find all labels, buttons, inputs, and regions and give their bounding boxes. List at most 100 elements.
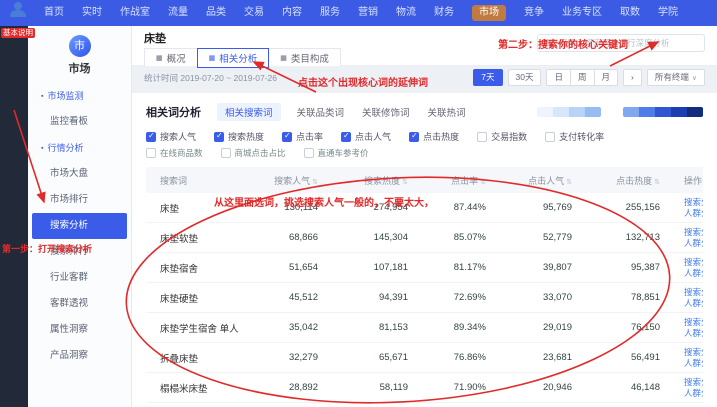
- nav-item-4[interactable]: 流量: [168, 8, 188, 18]
- action-link-2[interactable]: 人群分析: [684, 268, 699, 279]
- nav-item-7[interactable]: 内容: [282, 8, 302, 18]
- next-page-button[interactable]: ›: [623, 69, 642, 86]
- sidebar-item-7[interactable]: 搜索排行: [28, 239, 131, 265]
- toolbar-controls: 7天30天日周月›所有终端∨: [473, 69, 705, 87]
- metric-2[interactable]: 搜索热度: [214, 130, 264, 143]
- sidebar-item-5[interactable]: 市场排行: [28, 187, 131, 213]
- column-header-6[interactable]: 点击热度⇅: [590, 167, 678, 193]
- subtab-1[interactable]: 相关搜索词: [217, 103, 281, 121]
- checkbox-icon[interactable]: [282, 132, 292, 142]
- metrics-row-2: 在线商品数 商城点击占比 直通车参考价: [146, 147, 703, 159]
- sidebar-item-11[interactable]: 产品洞察: [28, 343, 131, 369]
- sidebar-item-8[interactable]: 行业客群: [28, 265, 131, 291]
- metric-5[interactable]: 点击热度: [409, 130, 459, 143]
- search-word-cell: 床垫硬垫: [146, 283, 248, 313]
- value-cell: 45,512: [248, 283, 336, 313]
- section-row: 相关词分析 相关搜索词关联品类词关联修饰词关联热词: [146, 101, 703, 123]
- sort-icon[interactable]: ⇅: [312, 179, 318, 186]
- sidebar-item-2[interactable]: 监控看板: [28, 109, 131, 135]
- action-link-2[interactable]: 人群分析: [684, 358, 699, 369]
- checkbox-icon[interactable]: [214, 132, 224, 142]
- sidebar-item-4[interactable]: 市场大盘: [28, 161, 131, 187]
- sidebar-item-1[interactable]: ▪市场监测: [28, 83, 131, 109]
- nav-item-11[interactable]: 财务: [434, 8, 454, 18]
- nav-item-2[interactable]: 实时: [82, 8, 102, 18]
- nav-item-10[interactable]: 物流: [396, 8, 416, 18]
- table-row-1: 床垫130,114274,95487.44%95,769255,156搜索分析人…: [146, 193, 703, 223]
- action-link-1[interactable]: 搜索分析: [684, 317, 699, 328]
- legend-bar-light: [537, 107, 601, 117]
- metric-3[interactable]: 直通车参考价: [304, 147, 369, 159]
- action-link-2[interactable]: 人群分析: [684, 328, 699, 339]
- sidebar-item-6[interactable]: 搜索分析: [32, 213, 127, 239]
- column-header-4[interactable]: 点击率⇅: [426, 167, 504, 193]
- sidebar-item-10[interactable]: 属性洞察: [28, 317, 131, 343]
- metric-6[interactable]: 交易指数: [477, 130, 527, 143]
- action-link-1[interactable]: 搜索分析: [684, 377, 699, 388]
- sort-icon[interactable]: ⇅: [480, 179, 486, 186]
- subtab-3[interactable]: 关联修饰词: [360, 103, 412, 121]
- metric-3[interactable]: 点击率: [282, 130, 323, 143]
- metric-7[interactable]: 支付转化率: [545, 130, 604, 143]
- unit-button-2[interactable]: 周: [570, 69, 595, 86]
- checkbox-icon[interactable]: [146, 148, 156, 158]
- sort-icon[interactable]: ⇅: [402, 179, 408, 186]
- action-link-1[interactable]: 搜索分析: [684, 197, 699, 208]
- column-header-2[interactable]: 搜索人气⇅: [248, 167, 336, 193]
- unit-button-1[interactable]: 日: [546, 69, 571, 86]
- unit-button-3[interactable]: 月: [594, 69, 619, 86]
- action-link-1[interactable]: 搜索分析: [684, 347, 699, 358]
- checkbox-icon[interactable]: [146, 132, 156, 142]
- sort-icon[interactable]: ⇅: [654, 179, 660, 186]
- metric-1[interactable]: 搜索人气: [146, 130, 196, 143]
- nav-item-12[interactable]: 市场: [472, 5, 506, 21]
- action-link-1[interactable]: 搜索分析: [684, 227, 699, 238]
- checkbox-icon[interactable]: [304, 148, 314, 158]
- action-link-2[interactable]: 人群分析: [684, 298, 699, 309]
- action-link-2[interactable]: 人群分析: [684, 238, 699, 249]
- nav-item-8[interactable]: 服务: [320, 8, 340, 18]
- search-input[interactable]: [557, 37, 698, 49]
- unit-button-group: 日周月: [546, 69, 618, 86]
- nav-item-14[interactable]: 业务专区: [562, 8, 602, 18]
- nav-item-5[interactable]: 品类: [206, 8, 226, 18]
- action-link-2[interactable]: 人群分析: [684, 388, 699, 399]
- chevron-down-icon: ∨: [692, 75, 697, 82]
- metric-4[interactable]: 点击人气: [341, 130, 391, 143]
- metric-1[interactable]: 在线商品数: [146, 147, 203, 159]
- header-tab-2[interactable]: ▦相关分析: [197, 48, 270, 68]
- range-button-1[interactable]: 7天: [473, 69, 502, 86]
- metric-2[interactable]: 商城点击占比: [221, 147, 286, 159]
- sidebar-item-9[interactable]: 客群透视: [28, 291, 131, 317]
- nav-item-9[interactable]: 营销: [358, 8, 378, 18]
- sidebar-item-3[interactable]: ▪行情分析: [28, 135, 131, 161]
- nav-item-6[interactable]: 交易: [244, 8, 264, 18]
- column-header-5[interactable]: 点击人气⇅: [504, 167, 590, 193]
- nav-item-15[interactable]: 取数: [620, 8, 640, 18]
- subtab-2[interactable]: 关联品类词: [295, 103, 347, 121]
- sidebar: 市 市场 ▪市场监测监控看板▪行情分析市场大盘市场排行搜索分析搜索排行行业客群客…: [28, 26, 132, 407]
- checkbox-icon[interactable]: [545, 132, 555, 142]
- nav-item-1[interactable]: 首页: [44, 8, 64, 18]
- grid-icon: ▦: [280, 55, 287, 62]
- header-tab-3[interactable]: ▦类目构成: [268, 48, 341, 68]
- nav-item-16[interactable]: 学院: [658, 8, 678, 18]
- table-row-5: 床垫学生宿舍 单人35,04281,15389.34%29,01976,150搜…: [146, 313, 703, 343]
- nav-item-3[interactable]: 作战室: [120, 8, 150, 18]
- action-link-2[interactable]: 人群分析: [684, 208, 699, 219]
- action-link-1[interactable]: 搜索分析: [684, 257, 699, 268]
- header-tab-1[interactable]: ▦概况: [144, 48, 198, 68]
- subtab-4[interactable]: 关联热词: [426, 103, 468, 121]
- nav-item-13[interactable]: 竞争: [524, 8, 544, 18]
- table-row-8: 充气床垫28,70758,22373.04%21,66249,550搜索分析人群…: [146, 403, 703, 407]
- column-header-3[interactable]: 搜索热度⇅: [336, 167, 426, 193]
- sort-icon[interactable]: ⇅: [566, 179, 572, 186]
- range-button-2[interactable]: 30天: [508, 69, 542, 86]
- action-link-1[interactable]: 搜索分析: [684, 287, 699, 298]
- search-box[interactable]: [537, 34, 705, 52]
- checkbox-icon[interactable]: [477, 132, 487, 142]
- checkbox-icon[interactable]: [409, 132, 419, 142]
- checkbox-icon[interactable]: [341, 132, 351, 142]
- checkbox-icon[interactable]: [221, 148, 231, 158]
- terminal-dropdown[interactable]: 所有终端∨: [647, 69, 705, 87]
